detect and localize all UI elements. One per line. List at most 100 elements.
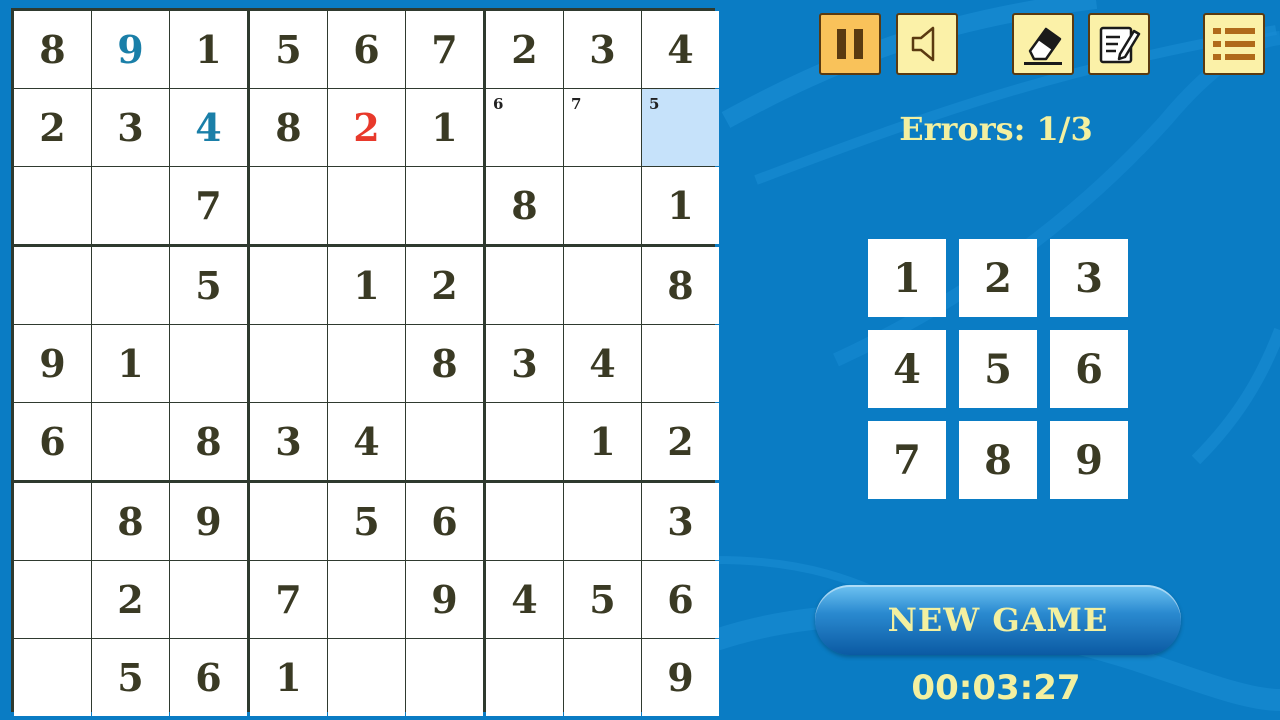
board-cell-r7c5[interactable]: 5 bbox=[328, 483, 405, 560]
board-cell-r6c8[interactable]: 1 bbox=[564, 403, 641, 480]
board-cell-r3c7[interactable]: 8 bbox=[486, 167, 563, 244]
board-cell-r9c6[interactable] bbox=[406, 639, 483, 716]
board-cell-r6c7[interactable] bbox=[486, 403, 563, 480]
pause-icon bbox=[837, 29, 863, 59]
board-cell-r7c4[interactable] bbox=[250, 483, 327, 560]
cell-digit: 8 bbox=[431, 341, 458, 386]
pause-button[interactable] bbox=[819, 13, 881, 75]
board-cell-r4c8[interactable] bbox=[564, 247, 641, 324]
board-cell-r8c9[interactable]: 6 bbox=[642, 561, 719, 638]
board-cell-r1c5[interactable]: 6 bbox=[328, 11, 405, 88]
board-cell-r5c9[interactable] bbox=[642, 325, 719, 402]
board-cell-r2c1[interactable]: 2 bbox=[14, 89, 91, 166]
board-cell-r9c5[interactable] bbox=[328, 639, 405, 716]
board-cell-r7c9[interactable]: 3 bbox=[642, 483, 719, 560]
number-pad-key-3[interactable]: 3 bbox=[1050, 239, 1128, 317]
number-pad-key-5[interactable]: 5 bbox=[959, 330, 1037, 408]
board-cell-r8c4[interactable]: 7 bbox=[250, 561, 327, 638]
number-pad-key-2[interactable]: 2 bbox=[959, 239, 1037, 317]
board-cell-r4c5[interactable]: 1 bbox=[328, 247, 405, 324]
board-cell-r6c6[interactable] bbox=[406, 403, 483, 480]
board-cell-r9c7[interactable] bbox=[486, 639, 563, 716]
board-cell-r1c1[interactable]: 8 bbox=[14, 11, 91, 88]
board-cell-r8c7[interactable]: 4 bbox=[486, 561, 563, 638]
board-cell-r9c9[interactable]: 9 bbox=[642, 639, 719, 716]
board-cell-r5c7[interactable]: 3 bbox=[486, 325, 563, 402]
board-cell-r1c7[interactable]: 2 bbox=[486, 11, 563, 88]
board-cell-r3c4[interactable] bbox=[250, 167, 327, 244]
board-cell-r5c3[interactable] bbox=[170, 325, 247, 402]
board-cell-r3c5[interactable] bbox=[328, 167, 405, 244]
board-cell-r1c9[interactable]: 4 bbox=[642, 11, 719, 88]
board-cell-r5c1[interactable]: 9 bbox=[14, 325, 91, 402]
number-pad-key-4[interactable]: 4 bbox=[868, 330, 946, 408]
board-cell-r9c2[interactable]: 5 bbox=[92, 639, 169, 716]
board-cell-r6c4[interactable]: 3 bbox=[250, 403, 327, 480]
board-cell-r4c1[interactable] bbox=[14, 247, 91, 324]
board-cell-r5c5[interactable] bbox=[328, 325, 405, 402]
board-cell-r4c3[interactable]: 5 bbox=[170, 247, 247, 324]
board-cell-r6c5[interactable]: 4 bbox=[328, 403, 405, 480]
board-cell-r2c9[interactable]: 5 bbox=[642, 89, 719, 166]
board-cell-r3c2[interactable] bbox=[92, 167, 169, 244]
board-cell-r4c6[interactable]: 2 bbox=[406, 247, 483, 324]
board-cell-r8c6[interactable]: 9 bbox=[406, 561, 483, 638]
board-cell-r4c4[interactable] bbox=[250, 247, 327, 324]
board-cell-r7c8[interactable] bbox=[564, 483, 641, 560]
board-cell-r8c1[interactable] bbox=[14, 561, 91, 638]
new-game-button[interactable]: NEW GAME bbox=[815, 585, 1181, 655]
board-cell-r1c3[interactable]: 1 bbox=[170, 11, 247, 88]
board-cell-r9c4[interactable]: 1 bbox=[250, 639, 327, 716]
board-cell-r3c9[interactable]: 1 bbox=[642, 167, 719, 244]
eraser-icon bbox=[1024, 27, 1062, 65]
board-cell-r8c2[interactable]: 2 bbox=[92, 561, 169, 638]
board-cell-r2c5[interactable]: 2 bbox=[328, 89, 405, 166]
board-cell-r3c8[interactable] bbox=[564, 167, 641, 244]
number-pad-key-1[interactable]: 1 bbox=[868, 239, 946, 317]
board-cell-r2c2[interactable]: 3 bbox=[92, 89, 169, 166]
cell-digit: 5 bbox=[589, 577, 616, 622]
board-cell-r7c1[interactable] bbox=[14, 483, 91, 560]
board-cell-r4c9[interactable]: 8 bbox=[642, 247, 719, 324]
board-cell-r8c3[interactable] bbox=[170, 561, 247, 638]
board-cell-r5c6[interactable]: 8 bbox=[406, 325, 483, 402]
number-pad-key-8[interactable]: 8 bbox=[959, 421, 1037, 499]
eraser-button[interactable] bbox=[1012, 13, 1074, 75]
number-pad-key-6[interactable]: 6 bbox=[1050, 330, 1128, 408]
board-cell-r3c6[interactable] bbox=[406, 167, 483, 244]
board-cell-r7c2[interactable]: 8 bbox=[92, 483, 169, 560]
board-cell-r9c8[interactable] bbox=[564, 639, 641, 716]
board-cell-r5c8[interactable]: 4 bbox=[564, 325, 641, 402]
board-cell-r5c4[interactable] bbox=[250, 325, 327, 402]
board-cell-r2c4[interactable]: 8 bbox=[250, 89, 327, 166]
board-cell-r1c8[interactable]: 3 bbox=[564, 11, 641, 88]
board-cell-r7c3[interactable]: 9 bbox=[170, 483, 247, 560]
board-cell-r7c7[interactable] bbox=[486, 483, 563, 560]
board-cell-r6c1[interactable]: 6 bbox=[14, 403, 91, 480]
board-cell-r4c2[interactable] bbox=[92, 247, 169, 324]
menu-button[interactable] bbox=[1203, 13, 1265, 75]
notes-button[interactable] bbox=[1088, 13, 1150, 75]
board-cell-r1c6[interactable]: 7 bbox=[406, 11, 483, 88]
board-cell-r3c1[interactable] bbox=[14, 167, 91, 244]
board-cell-r6c9[interactable]: 2 bbox=[642, 403, 719, 480]
board-cell-r8c5[interactable] bbox=[328, 561, 405, 638]
board-cell-r5c2[interactable]: 1 bbox=[92, 325, 169, 402]
board-cell-r6c3[interactable]: 8 bbox=[170, 403, 247, 480]
board-cell-r9c1[interactable] bbox=[14, 639, 91, 716]
board-cell-r2c3[interactable]: 4 bbox=[170, 89, 247, 166]
board-cell-r7c6[interactable]: 6 bbox=[406, 483, 483, 560]
board-cell-r6c2[interactable] bbox=[92, 403, 169, 480]
board-cell-r2c8[interactable]: 7 bbox=[564, 89, 641, 166]
board-cell-r2c6[interactable]: 1 bbox=[406, 89, 483, 166]
board-cell-r1c4[interactable]: 5 bbox=[250, 11, 327, 88]
sound-button[interactable] bbox=[896, 13, 958, 75]
board-cell-r2c7[interactable]: 6 bbox=[486, 89, 563, 166]
board-cell-r1c2[interactable]: 9 bbox=[92, 11, 169, 88]
board-cell-r4c7[interactable] bbox=[486, 247, 563, 324]
number-pad-key-7[interactable]: 7 bbox=[868, 421, 946, 499]
board-cell-r8c8[interactable]: 5 bbox=[564, 561, 641, 638]
board-cell-r9c3[interactable]: 6 bbox=[170, 639, 247, 716]
board-cell-r3c3[interactable]: 7 bbox=[170, 167, 247, 244]
number-pad-key-9[interactable]: 9 bbox=[1050, 421, 1128, 499]
